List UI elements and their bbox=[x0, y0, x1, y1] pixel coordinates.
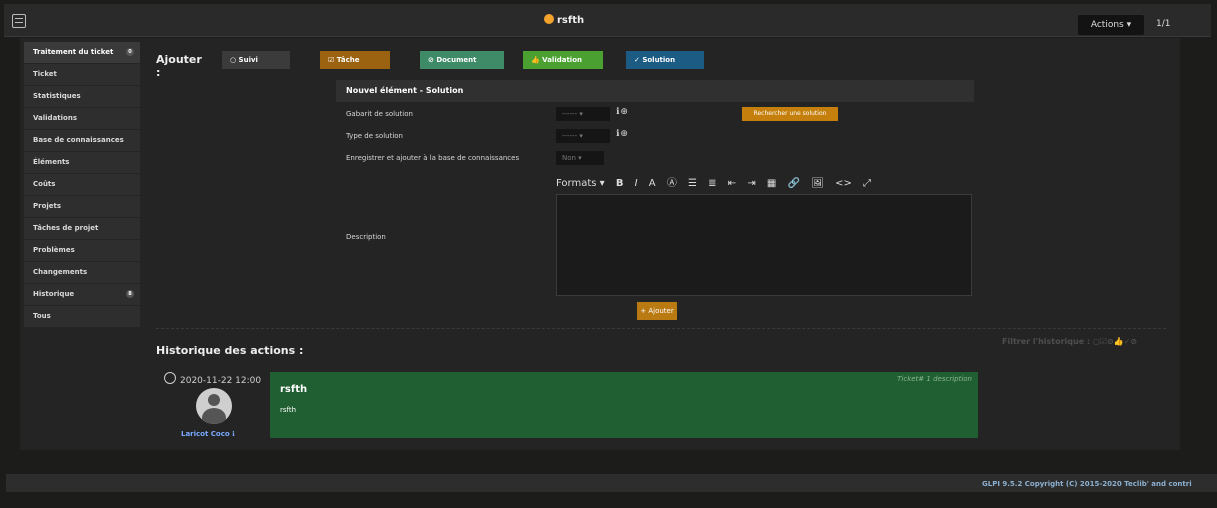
clock-icon bbox=[164, 372, 176, 384]
history-title: Historique des actions : bbox=[156, 344, 304, 357]
description-editor[interactable] bbox=[556, 194, 972, 296]
numbered-list-icon[interactable]: ≣ bbox=[708, 178, 716, 189]
actions-button[interactable]: Actions ▾ bbox=[1078, 15, 1144, 35]
ticket-title: rsfth bbox=[544, 14, 584, 26]
formats-menu[interactable]: Formats ▾ bbox=[556, 178, 605, 189]
top-bar: rsfth Actions ▾ 1/1 bbox=[4, 4, 1211, 37]
history-entry: Ticket# 1 description rsfth rsfth bbox=[270, 372, 978, 438]
form-header: Nouvel élément - Solution bbox=[336, 80, 974, 102]
italic-icon[interactable]: I bbox=[635, 178, 638, 189]
sidebar-item-project-tasks[interactable]: Tâches de projet bbox=[24, 218, 140, 239]
history-filter[interactable]: Filtrer l'historique : ○☑⊘👍✓⊘ bbox=[1002, 337, 1137, 346]
sidebar-item-all[interactable]: Tous bbox=[24, 306, 140, 327]
sidebar-item-projects[interactable]: Projets bbox=[24, 196, 140, 217]
outdent-icon[interactable]: ⇤ bbox=[728, 178, 736, 189]
author-name[interactable]: Laricot Coco ℹ bbox=[181, 430, 235, 438]
info-plus-icon[interactable]: ℹ⊕ bbox=[616, 107, 629, 117]
type-label: Type de solution bbox=[346, 132, 403, 140]
add-document-button[interactable]: ⊘ Document bbox=[420, 51, 504, 69]
save-kb-select[interactable]: Non ▾ bbox=[556, 151, 604, 165]
menu-icon[interactable] bbox=[12, 14, 26, 28]
table-icon[interactable]: ▦ bbox=[767, 178, 776, 189]
count-badge: 8 bbox=[126, 290, 134, 298]
editor-toolbar: Formats ▾ B I A Ⓐ ☰ ≣ ⇤ ⇥ ▦ 🔗 🖼 <> ⤢ bbox=[556, 174, 879, 189]
pager: 1/1 bbox=[1156, 19, 1171, 29]
info-plus-icon[interactable]: ℹ⊕ bbox=[616, 129, 629, 139]
code-icon[interactable]: <> bbox=[835, 178, 852, 189]
copyright: GLPI 9.5.2 Copyright (C) 2015-2020 Tecli… bbox=[982, 480, 1192, 488]
avatar bbox=[196, 388, 232, 424]
save-kb-label: Enregistrer et ajouter à la base de conn… bbox=[346, 154, 520, 162]
bullet-list-icon[interactable]: ☰ bbox=[688, 178, 697, 189]
status-dot-icon bbox=[544, 14, 554, 24]
sidebar-item-costs[interactable]: Coûts bbox=[24, 174, 140, 195]
image-icon[interactable]: 🖼 bbox=[811, 178, 824, 189]
sidebar-item-problems[interactable]: Problèmes bbox=[24, 240, 140, 261]
count-badge: 0 bbox=[126, 48, 134, 56]
entry-heading: rsfth bbox=[280, 384, 308, 395]
template-label: Gabarit de solution bbox=[346, 110, 413, 118]
description-label: Description bbox=[346, 233, 386, 241]
sidebar-item-validations[interactable]: Validations bbox=[24, 108, 140, 129]
add-followup-button[interactable]: ○ Suivi bbox=[222, 51, 290, 69]
sidebar-item-treatment[interactable]: Traitement du ticket 0 bbox=[24, 42, 140, 63]
sidebar-item-knowledge-base[interactable]: Base de connaissances bbox=[24, 130, 140, 151]
add-solution-button[interactable]: ✓ Solution bbox=[626, 51, 704, 69]
bold-icon[interactable]: B bbox=[616, 178, 624, 189]
sidebar-item-ticket[interactable]: Ticket bbox=[24, 64, 140, 85]
text-color-icon[interactable]: A bbox=[649, 178, 656, 189]
add-validation-button[interactable]: 👍 Validation bbox=[523, 51, 603, 69]
entry-timestamp: 2020-11-22 12:00 bbox=[164, 372, 261, 386]
search-solution-button[interactable]: Rechercher une solution bbox=[742, 107, 838, 121]
entry-text: rsfth bbox=[280, 406, 297, 414]
solution-form: Nouvel élément - Solution Gabarit de sol… bbox=[336, 80, 974, 314]
sidebar-item-history[interactable]: Historique 8 bbox=[24, 284, 140, 305]
add-task-button[interactable]: ☑ Tâche bbox=[320, 51, 390, 69]
fullscreen-icon[interactable]: ⤢ bbox=[863, 178, 871, 189]
add-label: Ajouter : bbox=[156, 53, 202, 79]
link-icon[interactable]: 🔗 bbox=[788, 178, 800, 189]
add-submit-button[interactable]: + Ajouter bbox=[637, 302, 677, 320]
main-panel: Traitement du ticket 0 Ticket Statistiqu… bbox=[20, 38, 1180, 450]
sidebar: Traitement du ticket 0 Ticket Statistiqu… bbox=[24, 42, 140, 328]
sidebar-item-elements[interactable]: Éléments bbox=[24, 152, 140, 173]
sidebar-item-statistics[interactable]: Statistiques bbox=[24, 86, 140, 107]
divider bbox=[156, 328, 1166, 329]
background-color-icon[interactable]: Ⓐ bbox=[667, 178, 677, 189]
entry-meta: Ticket# 1 description bbox=[897, 375, 972, 383]
template-select[interactable]: ------ ▾ bbox=[556, 107, 610, 121]
indent-icon[interactable]: ⇥ bbox=[747, 178, 755, 189]
type-select[interactable]: ------ ▾ bbox=[556, 129, 610, 143]
sidebar-item-changes[interactable]: Changements bbox=[24, 262, 140, 283]
